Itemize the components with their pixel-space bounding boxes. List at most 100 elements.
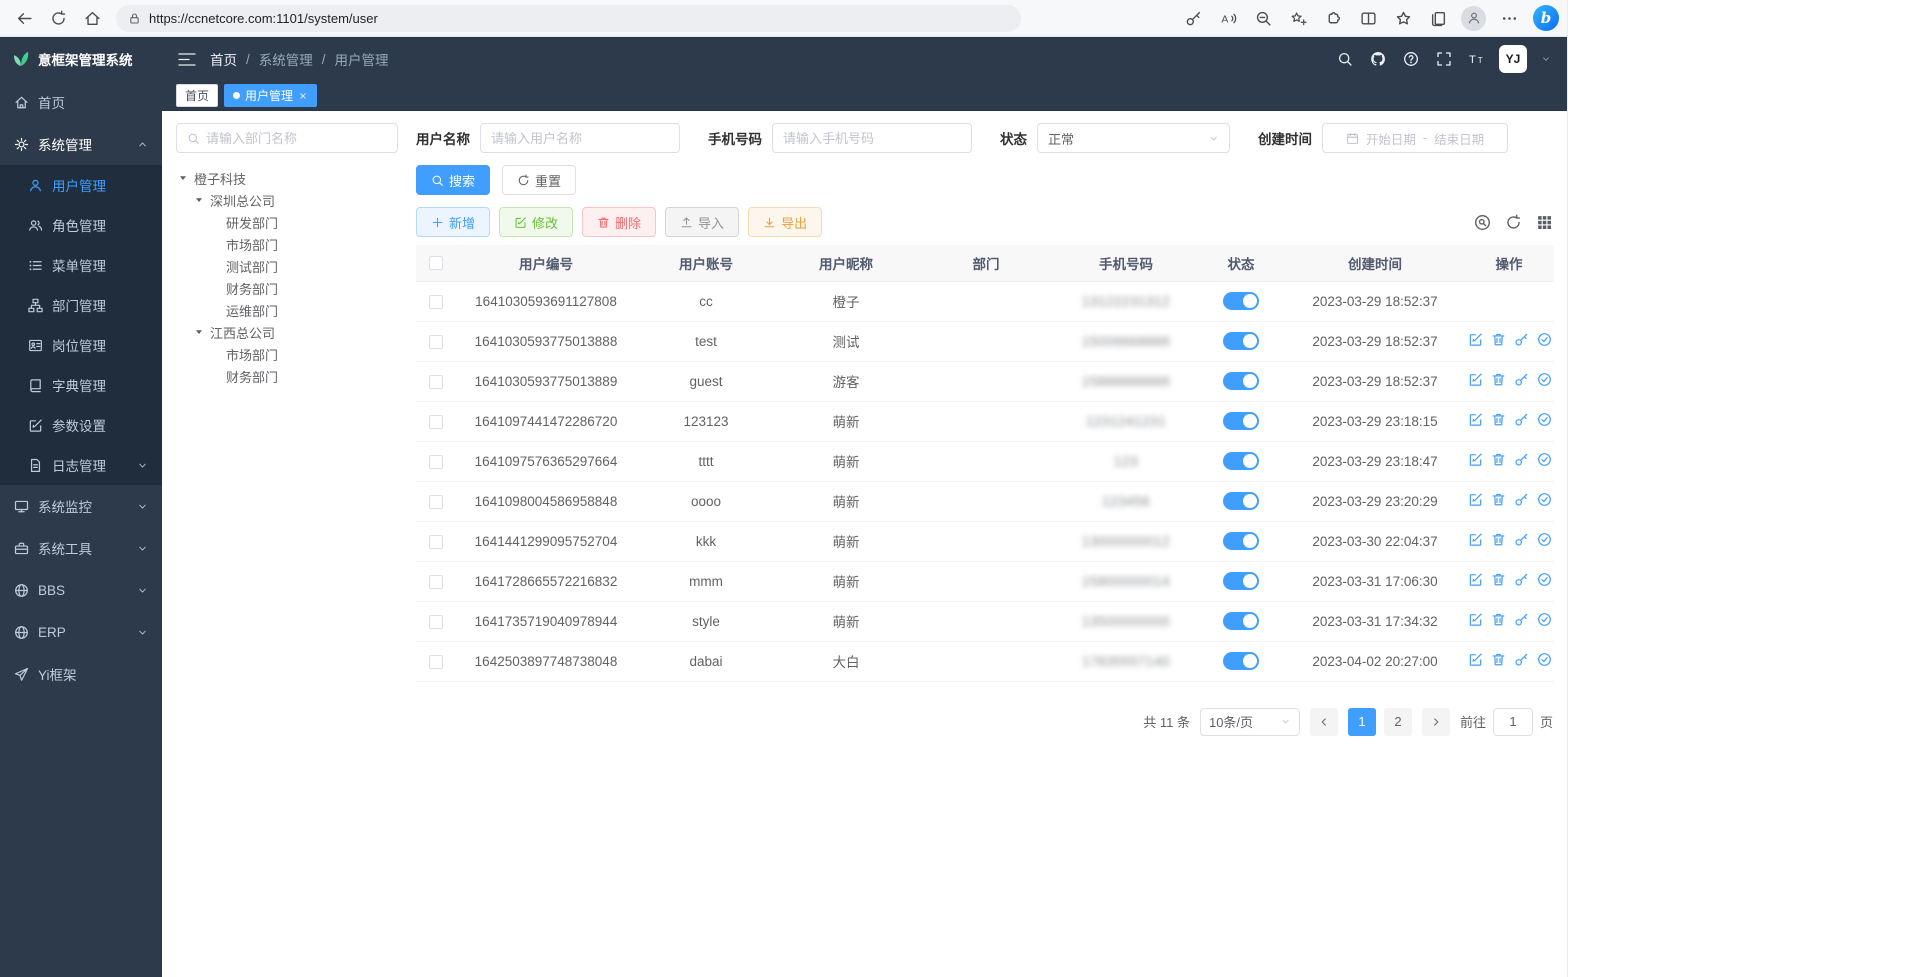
row-checkbox[interactable] (429, 655, 443, 669)
delete-row-button[interactable] (1491, 412, 1506, 427)
row-checkbox[interactable] (429, 455, 443, 469)
zoom-out-icon[interactable] (1247, 3, 1279, 33)
caret-down-icon[interactable] (176, 173, 190, 183)
edit-row-button[interactable] (1468, 412, 1483, 427)
address-bar[interactable]: https://ccnetcore.com:1101/system/user (116, 5, 1021, 32)
reset-password-button[interactable] (1514, 652, 1529, 667)
row-checkbox[interactable] (429, 415, 443, 429)
read-aloud-icon[interactable]: A (1212, 3, 1244, 33)
close-tab-icon[interactable] (298, 91, 308, 101)
browser-home-button[interactable] (76, 3, 108, 33)
tab-home[interactable]: 首页 (176, 84, 218, 107)
page-number-button[interactable]: 1 (1348, 708, 1376, 736)
sidebar-item-role[interactable]: 角色管理 (0, 205, 162, 245)
import-button[interactable]: 导入 (665, 207, 739, 237)
edit-row-button[interactable] (1468, 492, 1483, 507)
phone-input[interactable] (772, 123, 972, 153)
sidebar-item-home[interactable]: 首页 (0, 81, 162, 123)
sidebar-item-menu[interactable]: 菜单管理 (0, 245, 162, 285)
reset-password-button[interactable] (1514, 412, 1529, 427)
reset-password-button[interactable] (1514, 532, 1529, 547)
reset-button[interactable]: 重置 (502, 165, 576, 195)
grid-icon[interactable] (1536, 214, 1553, 231)
status-select[interactable]: 正常 (1037, 123, 1230, 153)
assign-role-button[interactable] (1537, 372, 1552, 387)
edit-row-button[interactable] (1468, 612, 1483, 627)
reset-password-button[interactable] (1514, 572, 1529, 587)
delete-row-button[interactable] (1491, 572, 1506, 587)
edit-row-button[interactable] (1468, 452, 1483, 467)
user-avatar[interactable]: YJ (1499, 45, 1527, 73)
breadcrumb-item[interactable]: 系统管理 (259, 49, 313, 69)
star-plus-icon[interactable] (1282, 3, 1314, 33)
date-range-picker[interactable]: 开始日期 - 结束日期 (1322, 123, 1508, 153)
sidebar-item-user[interactable]: 用户管理 (0, 165, 162, 205)
delete-button[interactable]: 删除 (582, 207, 656, 237)
tree-node[interactable]: 橙子科技 (176, 167, 398, 189)
row-checkbox[interactable] (429, 295, 443, 309)
tree-node[interactable]: 财务部门 (176, 277, 398, 299)
font-size-icon[interactable]: TT (1469, 51, 1485, 67)
assign-role-button[interactable] (1537, 572, 1552, 587)
tree-node[interactable]: 江西总公司 (176, 321, 398, 343)
bing-sidebar-button[interactable]: b (1533, 5, 1559, 31)
tree-node[interactable]: 财务部门 (176, 365, 398, 387)
sidebar-item-post[interactable]: 岗位管理 (0, 325, 162, 365)
row-checkbox[interactable] (429, 375, 443, 389)
fullscreen-icon[interactable] (1436, 51, 1452, 67)
search-button[interactable]: 搜索 (416, 165, 490, 195)
status-toggle[interactable] (1223, 652, 1259, 670)
assign-role-button[interactable] (1537, 492, 1552, 507)
delete-row-button[interactable] (1491, 492, 1506, 507)
browser-refresh-button[interactable] (42, 3, 74, 33)
status-toggle[interactable] (1223, 572, 1259, 590)
question-icon[interactable] (1403, 51, 1419, 67)
reset-password-button[interactable] (1514, 332, 1529, 347)
delete-row-button[interactable] (1491, 652, 1506, 667)
tab-user-mgmt[interactable]: 用户管理 (224, 84, 317, 107)
reset-password-button[interactable] (1514, 612, 1529, 627)
row-checkbox[interactable] (429, 575, 443, 589)
sidebar-item-dept[interactable]: 部门管理 (0, 285, 162, 325)
edit-button[interactable]: 修改 (499, 207, 573, 237)
split-screen-icon[interactable] (1352, 3, 1384, 33)
status-toggle[interactable] (1223, 452, 1259, 470)
extensions-icon[interactable] (1317, 3, 1349, 33)
next-page-button[interactable] (1422, 708, 1450, 736)
reset-password-button[interactable] (1514, 372, 1529, 387)
edit-row-button[interactable] (1468, 572, 1483, 587)
assign-role-button[interactable] (1537, 532, 1552, 547)
delete-row-button[interactable] (1491, 332, 1506, 347)
status-toggle[interactable] (1223, 612, 1259, 630)
reset-password-button[interactable] (1514, 452, 1529, 467)
select-all-checkbox[interactable] (429, 256, 443, 270)
status-toggle[interactable] (1223, 332, 1259, 350)
sidebar-item-yiframe[interactable]: Yi框架 (0, 653, 162, 695)
sidebar-item-dict[interactable]: 字典管理 (0, 365, 162, 405)
delete-row-button[interactable] (1491, 532, 1506, 547)
circle-search-icon[interactable] (1474, 214, 1491, 231)
tree-node[interactable]: 运维部门 (176, 299, 398, 321)
edit-row-button[interactable] (1468, 332, 1483, 347)
chevron-down-icon[interactable] (1541, 54, 1551, 64)
tree-node[interactable]: 市场部门 (176, 343, 398, 365)
browser-profile-avatar[interactable] (1461, 6, 1486, 31)
row-checkbox[interactable] (429, 495, 443, 509)
assign-role-button[interactable] (1537, 332, 1552, 347)
tree-node[interactable]: 研发部门 (176, 211, 398, 233)
status-toggle[interactable] (1223, 492, 1259, 510)
assign-role-button[interactable] (1537, 452, 1552, 467)
delete-row-button[interactable] (1491, 452, 1506, 467)
edit-row-button[interactable] (1468, 652, 1483, 667)
caret-down-icon[interactable] (192, 195, 206, 205)
tree-node[interactable]: 测试部门 (176, 255, 398, 277)
sidebar-item-system[interactable]: 系统管理 (0, 123, 162, 165)
browser-back-button[interactable] (8, 3, 40, 33)
prev-page-button[interactable] (1310, 708, 1338, 736)
row-checkbox[interactable] (429, 535, 443, 549)
edit-row-button[interactable] (1468, 532, 1483, 547)
delete-row-button[interactable] (1491, 612, 1506, 627)
sidebar-item-erp[interactable]: ERP (0, 611, 162, 653)
github-icon[interactable] (1370, 51, 1386, 67)
page-number-button[interactable]: 2 (1384, 708, 1412, 736)
